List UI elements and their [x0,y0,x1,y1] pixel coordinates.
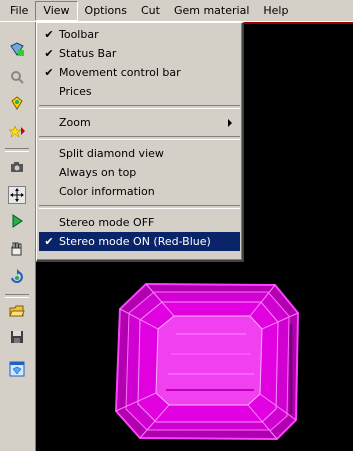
gem-settings-icon[interactable] [8,94,26,112]
menu-item-toolbar[interactable]: ✔ Toolbar [39,25,240,44]
menu-item-split-diamond-view[interactable]: Split diamond view [39,144,240,163]
menu-separator [39,205,240,209]
move-icon[interactable] [8,186,26,204]
gem-window-icon[interactable] [8,360,26,378]
menu-item-always-on-top[interactable]: Always on top [39,163,240,182]
save-icon[interactable] [8,328,26,346]
camera-icon[interactable] [8,158,26,176]
left-toolbar [0,22,36,451]
menu-item-stereo-off[interactable]: Stereo mode OFF [39,213,240,232]
menu-cut[interactable]: Cut [134,1,167,21]
open-folder-icon[interactable] [8,302,26,320]
view-menu-dropdown: ✔ Toolbar ✔ Status Bar ✔ Movement contro… [36,22,244,262]
submenu-arrow-icon [228,119,232,127]
menu-item-label: Color information [59,185,155,198]
check-icon: ✔ [44,28,54,41]
menu-item-label: Always on top [59,166,137,179]
menu-item-label: Prices [59,85,92,98]
menu-item-status-bar[interactable]: ✔ Status Bar [39,44,240,63]
menu-item-label: Status Bar [59,47,117,60]
menu-item-label: Stereo mode OFF [59,216,155,229]
menu-item-prices[interactable]: Prices [39,82,240,101]
menu-item-label: Toolbar [59,28,99,41]
menu-item-label: Stereo mode ON (Red-Blue) [59,235,211,248]
hand-icon[interactable] [8,240,26,258]
play-icon[interactable] [8,212,26,230]
star-arrow-icon[interactable] [8,122,26,140]
rotate-icon[interactable] [8,268,26,286]
menu-item-label: Split diamond view [59,147,164,160]
menu-item-color-information[interactable]: Color information [39,182,240,201]
menu-separator [39,105,240,109]
diamond-add-icon[interactable] [8,40,26,58]
check-icon: ✔ [44,66,54,79]
menu-view[interactable]: View [35,1,78,21]
menu-separator [39,136,240,140]
check-icon: ✔ [44,235,54,248]
toolbar-separator [5,148,29,152]
check-icon: ✔ [44,47,54,60]
search-icon[interactable] [8,68,26,86]
toolbar-separator [5,294,29,298]
menu-item-stereo-on[interactable]: ✔ Stereo mode ON (Red-Blue) [39,232,240,251]
menu-gem-material[interactable]: Gem material [167,1,256,21]
menu-item-movement-control-bar[interactable]: ✔ Movement control bar [39,63,240,82]
menu-bar: File View Options Cut Gem material Help [0,0,353,22]
menu-file[interactable]: File [3,1,35,21]
menu-item-label: Movement control bar [59,66,181,79]
menu-item-zoom[interactable]: Zoom [39,113,240,132]
menu-options[interactable]: Options [78,1,134,21]
menu-help[interactable]: Help [256,1,295,21]
menu-item-label: Zoom [59,116,91,129]
